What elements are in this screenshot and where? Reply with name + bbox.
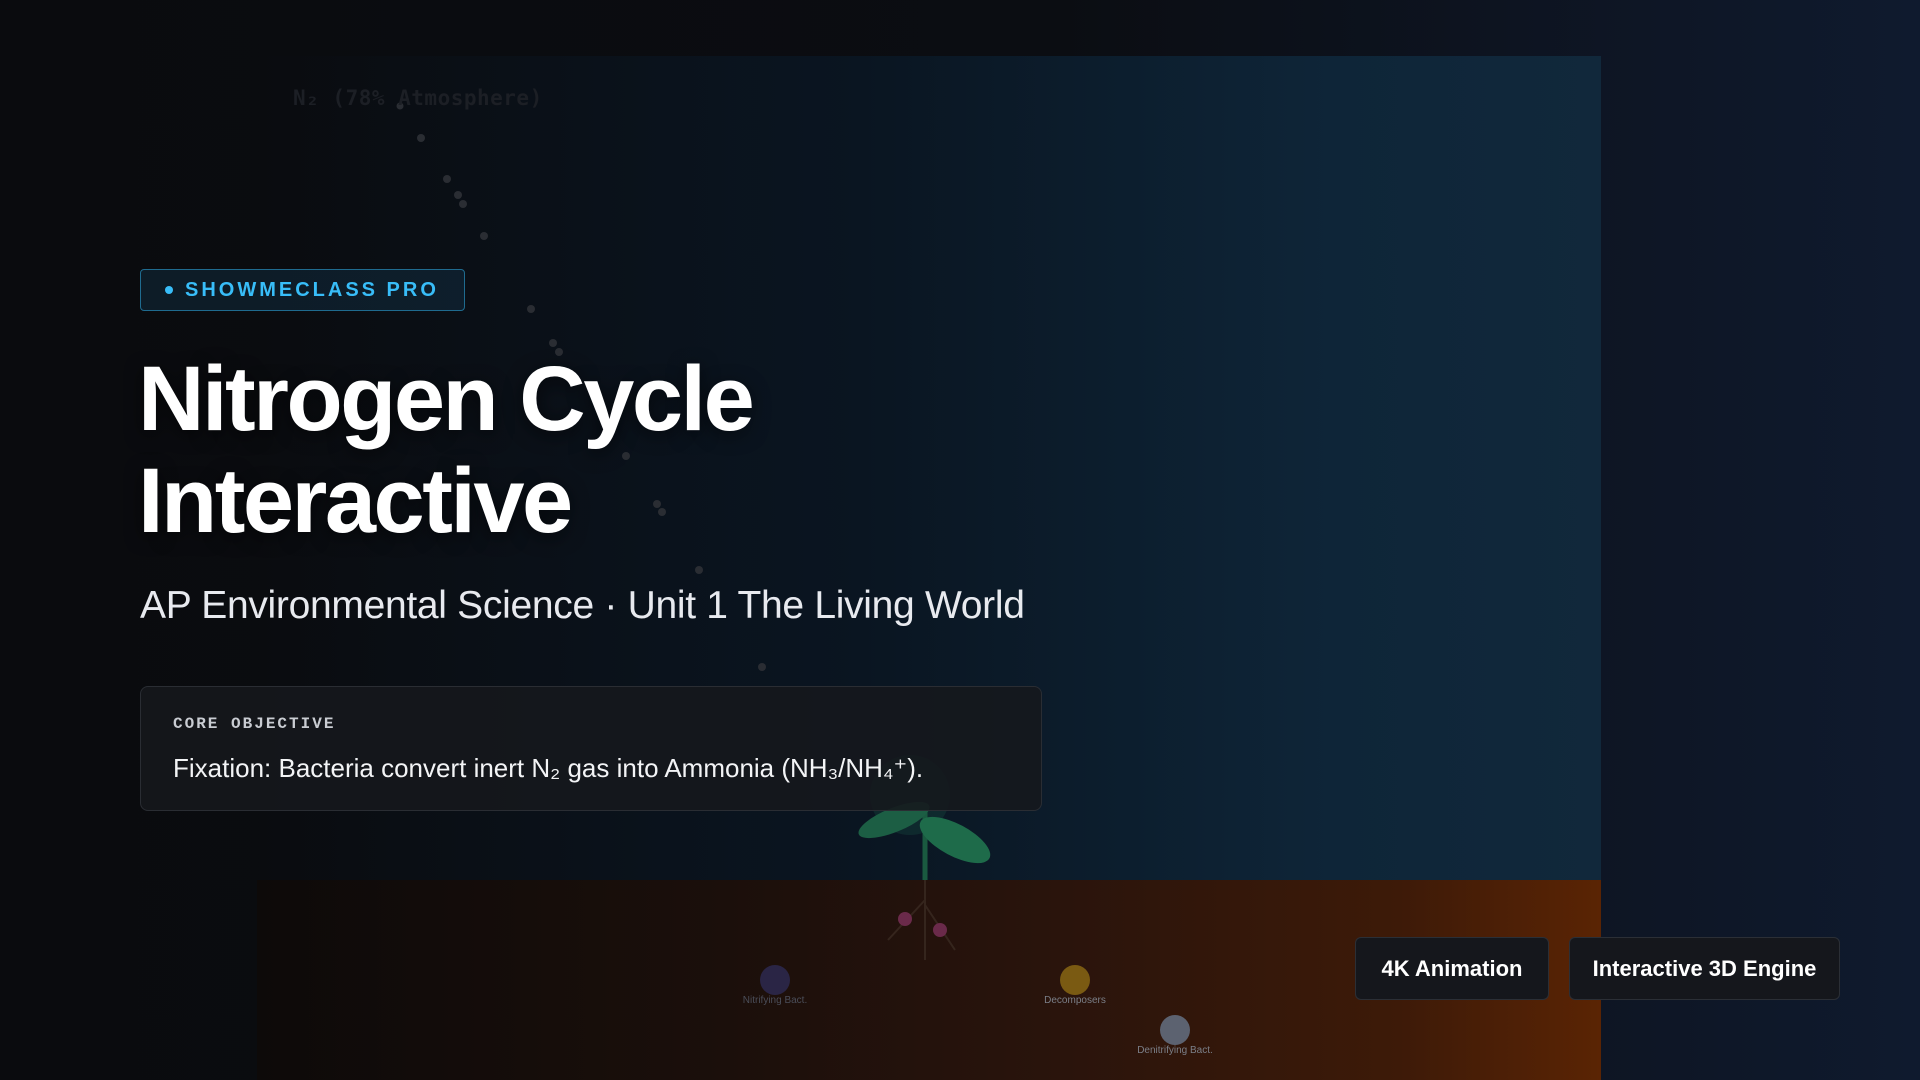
brand-badge: SHOWMECLASS PRO — [140, 269, 465, 311]
hero-stage: N₂ (78% Atmosphere) Nitrifying Bact. Dec… — [0, 0, 1920, 1080]
objective-heading: CORE OBJECTIVE — [173, 715, 336, 733]
page-title: Nitrogen Cycle Interactive — [138, 348, 755, 552]
nitrifying-bacteria-label: Nitrifying Bact. — [742, 995, 808, 1006]
brand-badge-label: SHOWMECLASS PRO — [185, 278, 439, 301]
nitrifying-bacteria-marker — [760, 965, 790, 995]
decomposers-label: Decomposers — [1044, 995, 1106, 1006]
denitrifying-bacteria-label: Denitrifying Bact. — [1137, 1045, 1213, 1056]
feature-chip-3d-engine[interactable]: Interactive 3D Engine — [1569, 937, 1840, 1000]
title-line-2: Interactive — [138, 450, 573, 552]
feature-chip-label: Interactive 3D Engine — [1592, 955, 1817, 981]
title-line-1: Nitrogen Cycle — [138, 348, 755, 450]
denitrifying-bacteria-marker — [1160, 1015, 1190, 1045]
course-subtitle: AP Environmental Science · Unit 1 The Li… — [140, 584, 1025, 627]
objective-text: Fixation: Bacteria convert inert N₂ gas … — [173, 753, 924, 783]
atmosphere-label: N₂ (78% Atmosphere) — [293, 86, 543, 110]
feature-chip-4k-animation[interactable]: 4K Animation — [1355, 937, 1549, 1000]
decomposers-marker — [1060, 965, 1090, 995]
status-dot-icon — [165, 286, 173, 294]
feature-chip-label: 4K Animation — [1381, 955, 1523, 981]
core-objective-card: CORE OBJECTIVE Fixation: Bacteria conver… — [140, 686, 1042, 811]
